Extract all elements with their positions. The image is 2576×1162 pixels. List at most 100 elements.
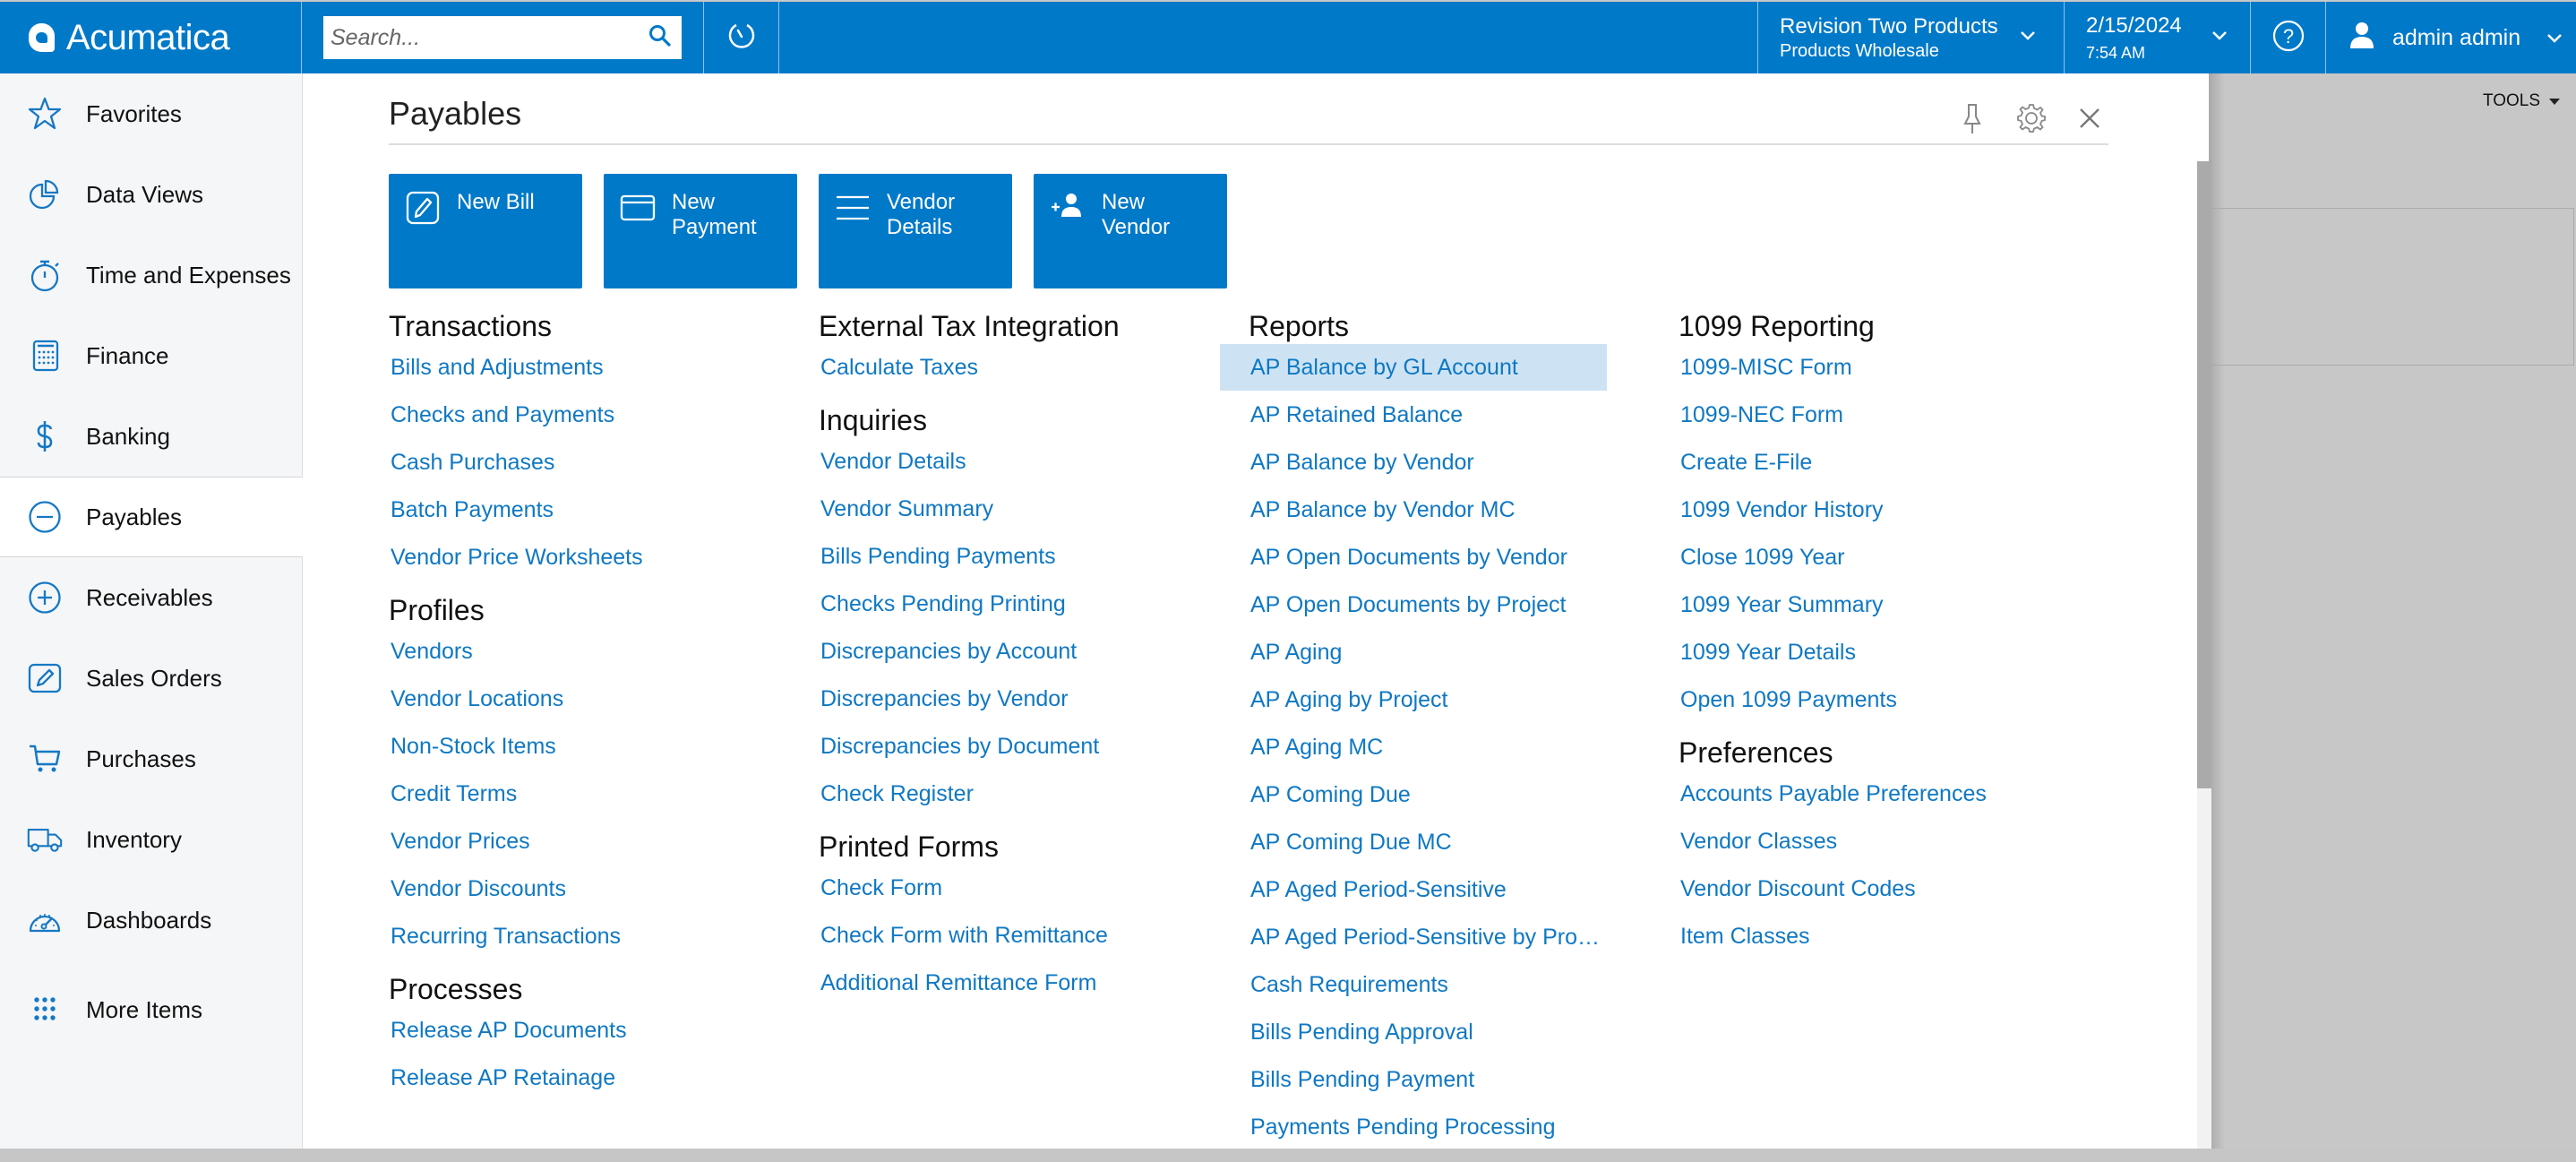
sidebar-item-more-items[interactable]: More Items bbox=[0, 969, 303, 1050]
link-calculate-taxes[interactable]: Calculate Taxes bbox=[819, 355, 1213, 402]
sidebar-item-payables[interactable]: Payables bbox=[0, 477, 304, 557]
link-vendor-prices[interactable]: Vendor Prices bbox=[389, 829, 783, 876]
link-cash-purchases[interactable]: Cash Purchases bbox=[389, 450, 783, 497]
link-1099-year-details[interactable]: 1099 Year Details bbox=[1679, 640, 2073, 687]
sidebar-item-label: Favorites bbox=[86, 99, 182, 127]
search-icon[interactable] bbox=[648, 23, 673, 53]
link-cash-requirements[interactable]: Cash Requirements bbox=[1249, 972, 1643, 1020]
tile-vendor-details[interactable]: Vendor Details bbox=[819, 174, 1012, 288]
edit-square-icon bbox=[27, 660, 63, 696]
sidebar-item-banking[interactable]: Banking bbox=[0, 396, 303, 477]
link-discrepancies-by-account[interactable]: Discrepancies by Account bbox=[819, 639, 1213, 686]
link-ap-balance-by-gl-account[interactable]: AP Balance by GL Account bbox=[1220, 344, 1607, 391]
sidebar-item-finance[interactable]: Finance bbox=[0, 315, 303, 396]
sidebar-item-favorites[interactable]: Favorites bbox=[0, 73, 303, 154]
tile-new-bill[interactable]: New Bill bbox=[389, 174, 582, 288]
caret-down-icon bbox=[2549, 98, 2560, 105]
edit-icon bbox=[405, 190, 441, 226]
section-title-printed-forms: Printed Forms bbox=[819, 831, 999, 863]
link-1099-vendor-history[interactable]: 1099 Vendor History bbox=[1679, 497, 2073, 545]
history-button[interactable] bbox=[704, 2, 779, 73]
help-button[interactable]: ? bbox=[2251, 2, 2326, 73]
link-release-ap-documents[interactable]: Release AP Documents bbox=[389, 1018, 783, 1065]
grid-dots-icon bbox=[27, 992, 63, 1028]
sidebar-item-sales-orders[interactable]: Sales Orders bbox=[0, 638, 303, 719]
link-vendor-locations[interactable]: Vendor Locations bbox=[389, 686, 783, 734]
sidebar-item-dashboards[interactable]: Dashboards bbox=[0, 880, 303, 960]
tools-label: TOOLS bbox=[2482, 91, 2540, 110]
link-ap-aged-period-sensitive[interactable]: AP Aged Period-Sensitive bbox=[1249, 877, 1643, 925]
section-title-1099-reporting: 1099 Reporting bbox=[1679, 310, 1875, 342]
link-check-register[interactable]: Check Register bbox=[819, 781, 1213, 829]
sidebar-item-label: Data Views bbox=[86, 180, 204, 208]
workspace-panel: Payables New Bill New Payment Vendor Det… bbox=[303, 73, 2209, 1149]
link-ap-open-documents-by-vendor[interactable]: AP Open Documents by Vendor bbox=[1249, 545, 1643, 592]
sidebar-item-purchases[interactable]: Purchases bbox=[0, 719, 303, 799]
dollar-icon bbox=[27, 418, 63, 454]
tile-label: Vendor Details bbox=[887, 190, 956, 239]
link-recurring-transactions[interactable]: Recurring Transactions bbox=[389, 924, 783, 971]
link-1099-year-summary[interactable]: 1099 Year Summary bbox=[1679, 592, 2073, 640]
link-accounts-payable-preferences[interactable]: Accounts Payable Preferences bbox=[1679, 781, 2073, 829]
card-icon bbox=[620, 190, 656, 226]
link-vendor-discount-codes[interactable]: Vendor Discount Codes bbox=[1679, 876, 2073, 924]
link-bills-pending-payments[interactable]: Bills Pending Payments bbox=[819, 544, 1213, 591]
logo[interactable]: Acumatica bbox=[0, 2, 302, 73]
link-ap-aging[interactable]: AP Aging bbox=[1249, 640, 1643, 687]
panel-scrollbar-thumb[interactable] bbox=[2197, 161, 2211, 788]
link-ap-open-documents-by-project[interactable]: AP Open Documents by Project bbox=[1249, 592, 1643, 640]
link-additional-remittance-form[interactable]: Additional Remittance Form bbox=[819, 970, 1213, 1018]
link-bills-pending-approval[interactable]: Bills Pending Approval bbox=[1249, 1020, 1643, 1067]
tools-menu-button[interactable]: TOOLS bbox=[2483, 91, 2560, 111]
link-release-ap-retainage[interactable]: Release AP Retainage bbox=[389, 1065, 783, 1113]
close-icon[interactable] bbox=[2078, 107, 2101, 130]
link-1099-misc-form[interactable]: 1099-MISC Form bbox=[1679, 355, 2073, 402]
link-ap-balance-by-vendor-mc[interactable]: AP Balance by Vendor MC bbox=[1249, 497, 1643, 545]
link-vendor-details[interactable]: Vendor Details bbox=[819, 449, 1213, 496]
link-1099-nec-form[interactable]: 1099-NEC Form bbox=[1679, 402, 2073, 450]
gear-icon[interactable] bbox=[2015, 102, 2048, 134]
link-vendors[interactable]: Vendors bbox=[389, 639, 783, 686]
link-non-stock-items[interactable]: Non-Stock Items bbox=[389, 734, 783, 781]
sidebar-item-time-and-expenses[interactable]: Time and Expenses bbox=[0, 235, 303, 315]
link-ap-aging-mc[interactable]: AP Aging MC bbox=[1249, 735, 1643, 782]
link-vendor-classes[interactable]: Vendor Classes bbox=[1679, 829, 2073, 876]
company-selector[interactable]: Revision Two Products Products Wholesale bbox=[1758, 2, 2065, 73]
link-discrepancies-by-vendor[interactable]: Discrepancies by Vendor bbox=[819, 686, 1213, 734]
link-checks-and-payments[interactable]: Checks and Payments bbox=[389, 402, 783, 450]
sidebar-item-inventory[interactable]: Inventory bbox=[0, 799, 303, 880]
link-check-form-with-remittance[interactable]: Check Form with Remittance bbox=[819, 923, 1213, 970]
link-open-1099-payments[interactable]: Open 1099 Payments bbox=[1679, 687, 2073, 735]
sidebar-item-data-views[interactable]: Data Views bbox=[0, 154, 303, 235]
pin-icon[interactable] bbox=[1960, 102, 1985, 134]
link-ap-balance-by-vendor[interactable]: AP Balance by Vendor bbox=[1249, 450, 1643, 497]
tile-new-vendor[interactable]: New Vendor bbox=[1034, 174, 1227, 288]
link-close-1099-year[interactable]: Close 1099 Year bbox=[1679, 545, 2073, 592]
link-bills-pending-payment[interactable]: Bills Pending Payment bbox=[1249, 1067, 1643, 1115]
tile-new-payment[interactable]: New Payment bbox=[604, 174, 797, 288]
link-vendor-summary[interactable]: Vendor Summary bbox=[819, 496, 1213, 544]
link-check-form[interactable]: Check Form bbox=[819, 875, 1213, 923]
link-checks-pending-printing[interactable]: Checks Pending Printing bbox=[819, 591, 1213, 639]
section-title-transactions: Transactions bbox=[389, 310, 552, 342]
top-bar: Acumatica Revision Two Products Products… bbox=[0, 0, 2576, 73]
user-menu[interactable]: admin admin bbox=[2326, 2, 2576, 73]
sidebar-item-receivables[interactable]: Receivables bbox=[0, 557, 303, 638]
link-ap-aged-period-sensitive-by-project[interactable]: AP Aged Period-Sensitive by Pro… bbox=[1249, 925, 1643, 972]
business-date-selector[interactable]: 2/15/2024 7:54 AM bbox=[2065, 2, 2251, 73]
link-credit-terms[interactable]: Credit Terms bbox=[389, 781, 783, 829]
link-payments-pending-processing[interactable]: Payments Pending Processing bbox=[1249, 1115, 1643, 1162]
link-batch-payments[interactable]: Batch Payments bbox=[389, 497, 783, 545]
link-ap-retained-balance[interactable]: AP Retained Balance bbox=[1249, 402, 1643, 450]
tile-label: New Vendor bbox=[1102, 190, 1171, 239]
link-bills-and-adjustments[interactable]: Bills and Adjustments bbox=[389, 355, 783, 402]
link-ap-coming-due-mc[interactable]: AP Coming Due MC bbox=[1249, 830, 1643, 877]
link-discrepancies-by-document[interactable]: Discrepancies by Document bbox=[819, 734, 1213, 781]
link-vendor-price-worksheets[interactable]: Vendor Price Worksheets bbox=[389, 545, 783, 592]
link-vendor-discounts[interactable]: Vendor Discounts bbox=[389, 876, 783, 924]
link-create-e-file[interactable]: Create E-File bbox=[1679, 450, 2073, 497]
link-ap-coming-due[interactable]: AP Coming Due bbox=[1249, 782, 1643, 830]
link-ap-aging-by-project[interactable]: AP Aging by Project bbox=[1249, 687, 1643, 735]
link-item-classes[interactable]: Item Classes bbox=[1679, 924, 2073, 971]
search-input[interactable] bbox=[331, 24, 648, 51]
